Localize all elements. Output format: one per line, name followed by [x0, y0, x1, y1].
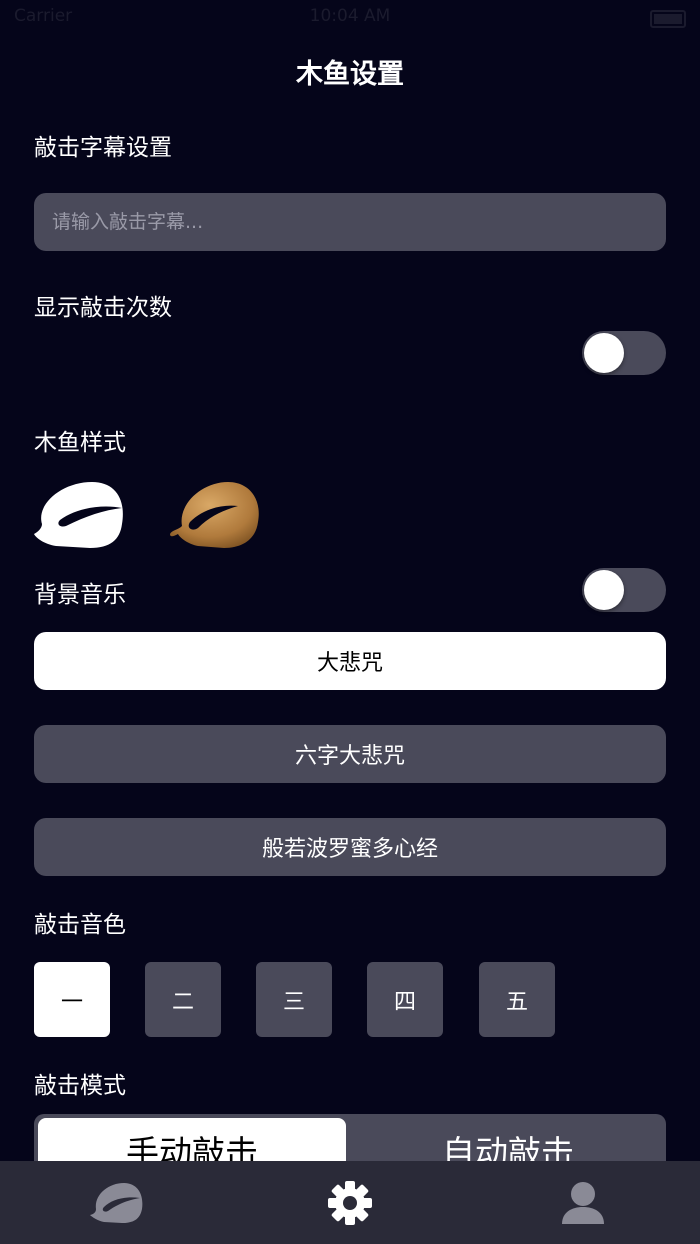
toggle-knob [584, 570, 624, 610]
music-track-heart-sutra[interactable]: 般若波罗蜜多心经 [34, 818, 666, 876]
bg-music-label: 背景音乐 [34, 582, 126, 608]
show-count-toggle[interactable] [582, 331, 666, 375]
bg-music-toggle[interactable] [582, 568, 666, 612]
tab-bar [0, 1161, 700, 1244]
tone-label: 敲击音色 [34, 912, 126, 938]
fish-style-brown-option[interactable] [168, 476, 264, 550]
tone-option-3[interactable]: 三 [256, 962, 332, 1037]
tab-settings[interactable] [233, 1161, 466, 1244]
gear-icon [327, 1180, 372, 1225]
music-track-liuzi-dabeizhou[interactable]: 六字大悲咒 [34, 725, 666, 783]
white-wooden-fish-icon [34, 482, 123, 548]
tab-profile[interactable] [466, 1161, 700, 1244]
tone-option-5[interactable]: 五 [479, 962, 555, 1037]
page-title: 木鱼设置 [296, 59, 404, 90]
mode-label: 敲击模式 [34, 1073, 126, 1099]
tab-wooden-fish[interactable] [0, 1161, 233, 1244]
user-icon [562, 1181, 604, 1224]
status-bar: Carrier 10:04 AM [0, 0, 700, 36]
caption-input[interactable] [34, 193, 666, 251]
music-track-dabeizhou[interactable]: 大悲咒 [34, 632, 666, 690]
status-time: 10:04 AM [309, 6, 391, 26]
toggle-knob [584, 333, 624, 373]
tone-option-1[interactable]: 一 [34, 962, 110, 1037]
fish-style-label: 木鱼样式 [34, 430, 126, 456]
show-count-label: 显示敲击次数 [34, 295, 172, 321]
brown-wooden-fish-icon [170, 482, 259, 548]
tone-option-4[interactable]: 四 [367, 962, 443, 1037]
fish-style-white-option[interactable] [32, 478, 128, 550]
caption-settings-label: 敲击字幕设置 [34, 135, 172, 161]
tone-option-2[interactable]: 二 [145, 962, 221, 1037]
wooden-fish-icon [89, 1182, 142, 1223]
battery-icon [650, 10, 686, 28]
